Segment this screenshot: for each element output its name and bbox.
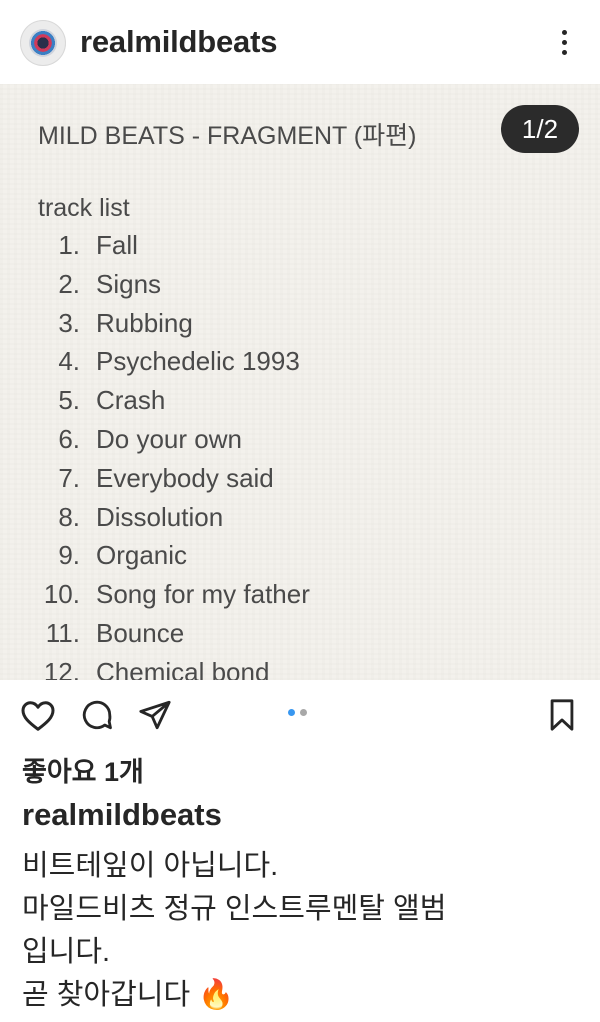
post-image[interactable]: MILD BEATS - FRAGMENT (파편) 1/2 track lis…	[0, 84, 600, 680]
track-number: 2.	[58, 268, 80, 299]
track-number: 3.	[58, 307, 80, 338]
caption-username[interactable]: realmildbeats	[22, 797, 222, 833]
avatar-image	[29, 29, 57, 57]
track-name: Dissolution	[96, 501, 224, 532]
likes-count[interactable]: 좋아요 1개	[22, 750, 144, 789]
track-number: 7.	[58, 462, 80, 493]
share-icon[interactable]	[138, 698, 172, 732]
carousel-dot-active	[288, 709, 295, 716]
carousel-dots	[288, 709, 310, 717]
track-number: 11.	[45, 618, 80, 648]
track-name: Everybody said	[96, 462, 274, 493]
track-number: 12.	[43, 656, 80, 680]
tracklist-heading: track list	[38, 194, 130, 222]
avatar[interactable]	[20, 20, 66, 66]
track-number: 10.	[43, 579, 80, 610]
track-name: Do your own	[96, 424, 242, 454]
track-name: Bounce	[96, 618, 185, 648]
username-link[interactable]: realmildbeats	[80, 24, 277, 60]
track-name: Chemical bond	[96, 656, 270, 680]
track-number: 4.	[58, 346, 80, 377]
track-name: Signs	[96, 268, 162, 299]
heart-icon[interactable]	[20, 698, 56, 732]
post-header: realmildbeats	[0, 0, 600, 84]
track-number: 5.	[58, 385, 80, 416]
track-name: Organic	[96, 540, 188, 571]
track-name: Song for my father	[96, 579, 310, 610]
track-number: 1.	[58, 230, 80, 260]
track-name: Fall	[96, 230, 138, 260]
bookmark-icon[interactable]	[546, 698, 578, 732]
track-name: Rubbing	[96, 307, 193, 338]
caption-line: 곧 찾아갑니다 🔥	[22, 979, 235, 1011]
track-name: Psychedelic 1993	[96, 346, 300, 377]
carousel-counter: 1/2	[501, 105, 579, 153]
comment-icon[interactable]	[80, 698, 114, 732]
track-number: 9.	[58, 540, 80, 571]
track-number: 8.	[58, 501, 80, 532]
caption-line: 입니다.	[22, 936, 111, 968]
track-name: Crash	[96, 385, 166, 416]
track-number: 6.	[58, 424, 80, 454]
caption-line: 비트테잎이 아닙니다.	[22, 850, 279, 882]
caption-line: 마일드비츠 정규 인스트루멘탈 앨범	[22, 893, 447, 925]
more-vertical-icon[interactable]	[553, 26, 577, 60]
carousel-dot	[300, 709, 307, 716]
action-bar	[0, 690, 600, 740]
post-title: MILD BEATS - FRAGMENT (파편)	[38, 122, 417, 150]
